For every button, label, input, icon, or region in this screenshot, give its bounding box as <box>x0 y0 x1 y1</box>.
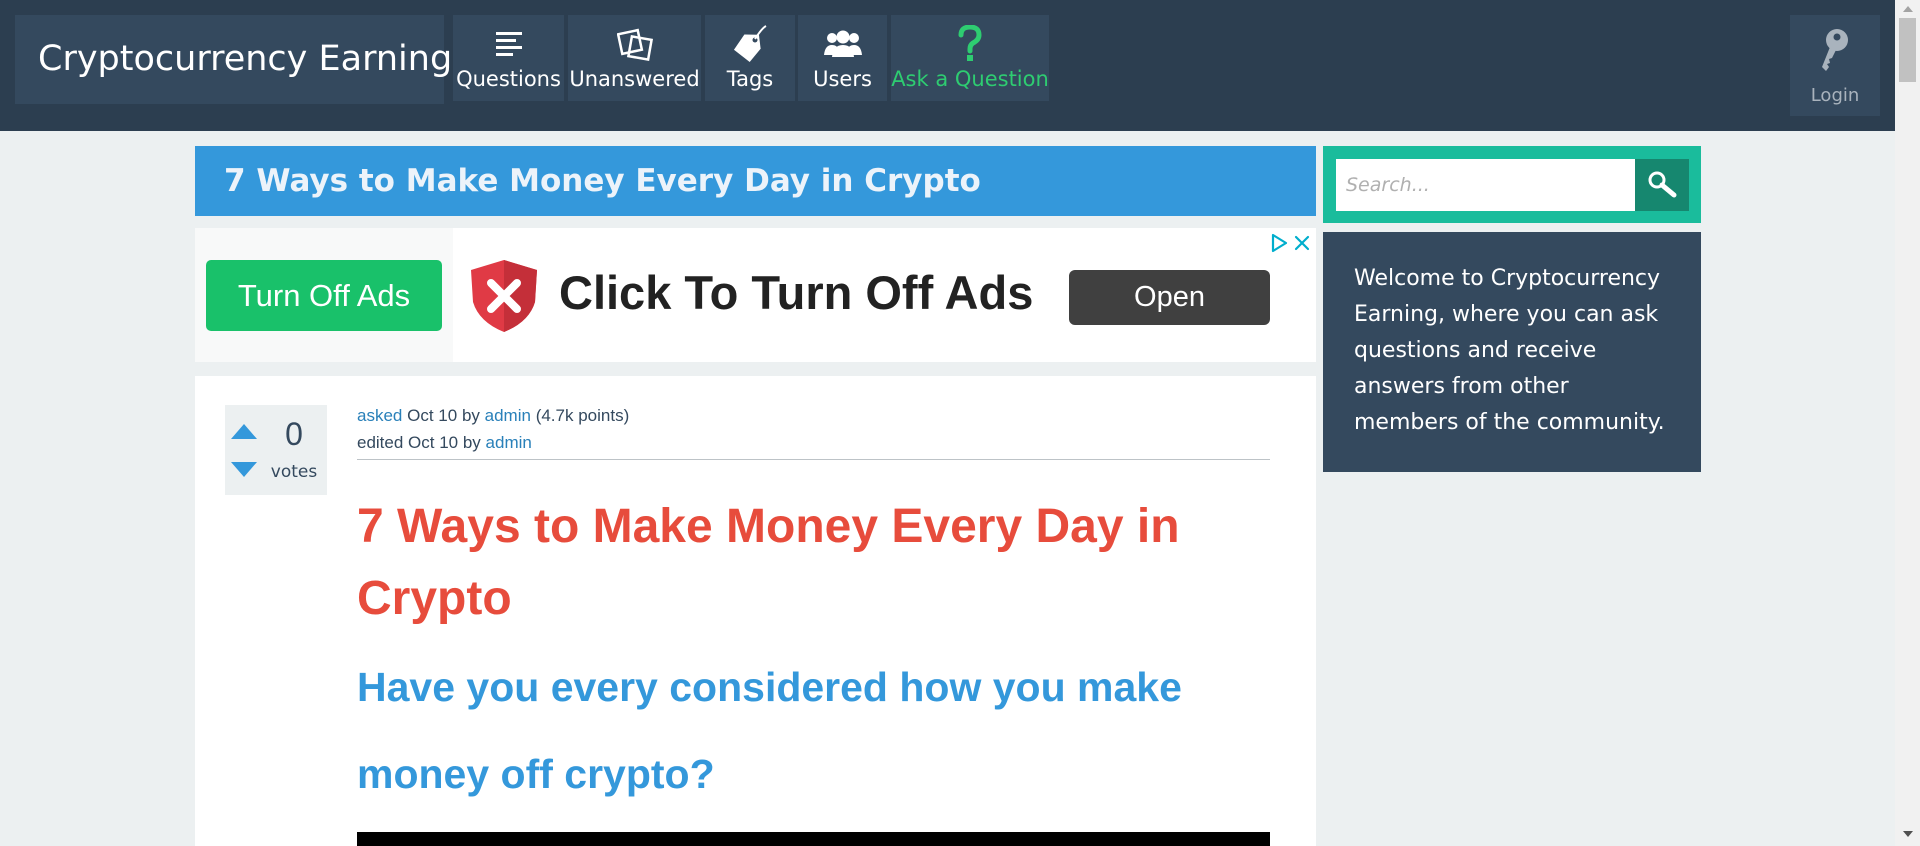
key-icon <box>1790 25 1880 75</box>
asked-link[interactable]: asked <box>357 406 402 425</box>
embedded-video[interactable] <box>357 832 1270 846</box>
votes-label: votes <box>270 462 318 482</box>
author-points: (4.7k points) <box>535 406 630 425</box>
nav-unanswered-label: Unanswered <box>569 67 700 91</box>
top-navigation-bar: Cryptocurrency Earning Questions Unanswe… <box>0 0 1895 131</box>
question-meta-edited: edited Oct 10 by admin <box>357 433 532 453</box>
search-input[interactable] <box>1336 159 1635 211</box>
author-link[interactable]: admin <box>485 406 531 425</box>
users-group-icon <box>798 24 887 64</box>
ad-choices-icon[interactable] <box>1268 232 1290 254</box>
ad-close-icon[interactable] <box>1292 232 1312 254</box>
search-button[interactable] <box>1635 159 1689 211</box>
nav-users[interactable]: Users <box>798 15 887 101</box>
question-heading: 7 Ways to Make Money Every Day in Crypto <box>357 500 1180 625</box>
scroll-thumb[interactable] <box>1899 18 1916 82</box>
unanswered-squares-icon <box>568 24 701 64</box>
vote-up-arrow-icon[interactable] <box>231 424 257 439</box>
question-meta-asked: asked Oct 10 by admin (4.7k points) <box>357 406 629 426</box>
ad-open-button[interactable]: Open <box>1069 270 1270 325</box>
ad-left-panel: Turn Off Ads <box>195 228 453 362</box>
page-title: 7 Ways to Make Money Every Day in Crypto <box>195 146 1316 216</box>
nav-ask-question[interactable]: Ask a Question <box>891 15 1049 101</box>
tag-icon <box>705 24 795 64</box>
vote-down-arrow-icon[interactable] <box>231 462 257 477</box>
scroll-down-arrow-icon[interactable] <box>1903 831 1913 837</box>
edited-text: edited Oct 10 by <box>357 433 481 452</box>
nav-users-label: Users <box>813 67 872 91</box>
page-scrollbar[interactable] <box>1895 0 1920 846</box>
question-subheading: Have you every considered how you make m… <box>357 664 1182 797</box>
advertisement-banner[interactable]: Turn Off Ads Click To Turn Off Ads Open <box>195 228 1316 362</box>
turn-off-ads-button[interactable]: Turn Off Ads <box>206 260 442 331</box>
search-panel <box>1323 146 1701 223</box>
scroll-up-arrow-icon[interactable] <box>1903 6 1913 12</box>
by-text: by <box>461 406 480 425</box>
login-button[interactable]: Login <box>1790 15 1880 116</box>
nav-tags-label: Tags <box>726 67 774 91</box>
meta-divider <box>357 459 1270 460</box>
ad-headline: Click To Turn Off Ads <box>559 266 1034 319</box>
question-main: 0 votes asked Oct 10 by admin (4.7k poin… <box>195 376 1316 846</box>
nav-tags[interactable]: Tags <box>705 15 795 101</box>
welcome-panel: Welcome to Cryptocurrency Earning, where… <box>1323 232 1701 472</box>
search-icon <box>1648 171 1677 198</box>
asked-date: Oct 10 <box>407 406 458 425</box>
questions-list-icon <box>453 24 564 64</box>
editor-link[interactable]: admin <box>486 433 532 452</box>
vote-count: 0 <box>285 416 303 452</box>
site-logo-title[interactable]: Cryptocurrency Earning <box>15 15 452 104</box>
nav-questions[interactable]: Questions <box>453 15 564 101</box>
nav-questions-label: Questions <box>456 67 561 91</box>
shield-x-icon <box>471 260 537 332</box>
question-mark-icon <box>891 24 1049 64</box>
vote-box: 0 votes <box>225 405 327 495</box>
nav-ask-question-label: Ask a Question <box>891 67 1049 91</box>
login-label: Login <box>1810 85 1860 106</box>
nav-unanswered[interactable]: Unanswered <box>568 15 701 101</box>
